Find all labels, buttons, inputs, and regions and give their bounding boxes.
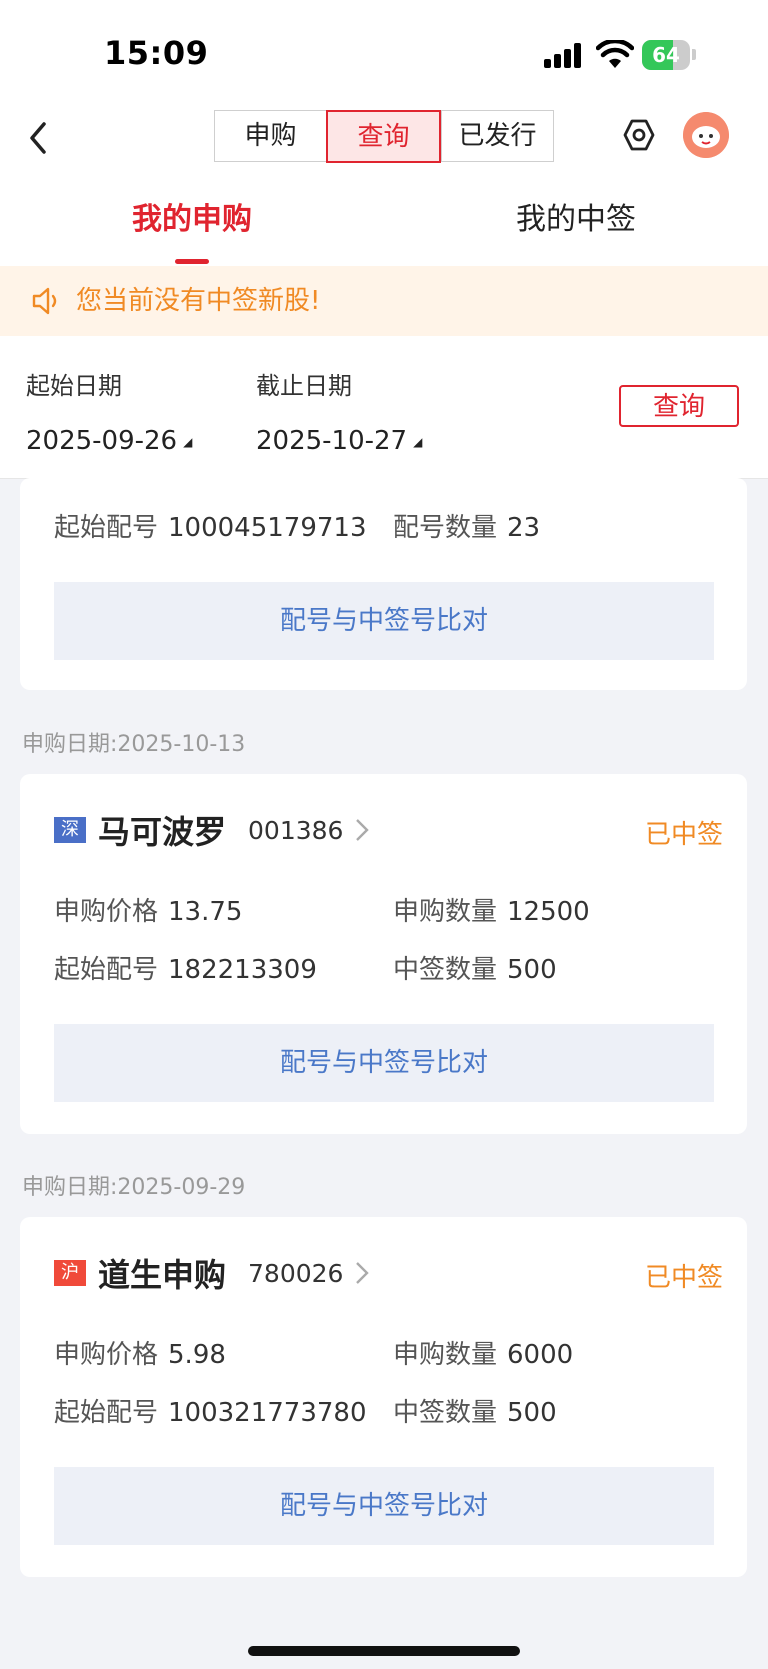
apply-date-label: 申购日期: bbox=[22, 732, 118, 757]
start-no-label: 起始配号 bbox=[54, 513, 159, 543]
start-no-label: 起始配号 bbox=[54, 955, 159, 985]
status-label: 已中签 bbox=[644, 820, 723, 850]
stock-name: 道生申购 bbox=[98, 1256, 227, 1294]
tab-my-apply[interactable]: 我的申购 bbox=[0, 190, 384, 264]
stock-header[interactable]: 沪 道生申购 780026 bbox=[54, 1253, 370, 1294]
won-label: 中签数量 bbox=[393, 955, 498, 985]
qty-label: 申购数量 bbox=[393, 897, 498, 927]
count-value: 23 bbox=[507, 513, 541, 543]
price-value: 13.75 bbox=[168, 897, 243, 927]
qty-value: 6000 bbox=[507, 1340, 574, 1370]
status-label: 已中签 bbox=[644, 1263, 723, 1293]
start-no-row: 起始配号 182213309 bbox=[54, 952, 317, 988]
battery-level: 64 bbox=[652, 43, 680, 67]
caret-down-icon: ◢ bbox=[183, 434, 193, 449]
qty-row: 申购数量 6000 bbox=[393, 1337, 573, 1373]
segmented-control: 申购 查询 已发行 bbox=[214, 109, 554, 163]
query-button[interactable]: 查询 bbox=[619, 385, 739, 427]
end-date-label: 截止日期 bbox=[256, 372, 352, 400]
record-card: 沪 道生申购 780026 已中签 申购价格 5.98 申购数量 6000 起始配号… bbox=[20, 1217, 747, 1577]
back-chevron-icon[interactable] bbox=[24, 118, 54, 158]
battery-tip bbox=[692, 49, 696, 60]
compare-button[interactable]: 配号与中签号比对 bbox=[54, 582, 714, 660]
chevron-right-icon bbox=[356, 819, 370, 841]
stock-header[interactable]: 深 马可波罗 001386 bbox=[54, 810, 370, 851]
market-badge: 深 bbox=[54, 817, 86, 843]
price-row: 申购价格 13.75 bbox=[54, 894, 242, 930]
status-time: 15:09 bbox=[104, 34, 209, 72]
segment-apply[interactable]: 申购 bbox=[215, 111, 326, 161]
price-label: 申购价格 bbox=[54, 1340, 159, 1370]
start-no-label: 起始配号 bbox=[54, 1398, 159, 1428]
qty-label: 申购数量 bbox=[393, 1340, 498, 1370]
price-value: 5.98 bbox=[168, 1340, 226, 1370]
start-no-row: 起始配号 100045179713 bbox=[54, 510, 367, 546]
notice-text: 您当前没有中签新股! bbox=[76, 286, 321, 316]
segment-query[interactable]: 查询 bbox=[326, 109, 441, 163]
compare-button[interactable]: 配号与中签号比对 bbox=[54, 1467, 714, 1545]
segment-issued[interactable]: 已发行 bbox=[441, 111, 553, 161]
stock-name: 马可波罗 bbox=[98, 813, 227, 851]
home-indicator bbox=[248, 1646, 520, 1656]
tab-my-won[interactable]: 我的中签 bbox=[384, 190, 768, 264]
avatar-icon[interactable] bbox=[683, 112, 729, 158]
start-no-value: 182213309 bbox=[168, 955, 317, 985]
chevron-right-icon bbox=[356, 1262, 370, 1284]
wifi-icon bbox=[596, 40, 634, 68]
count-row: 配号数量 23 bbox=[393, 510, 540, 546]
count-label: 配号数量 bbox=[393, 513, 498, 543]
qty-value: 12500 bbox=[507, 897, 590, 927]
start-no-value: 100045179713 bbox=[168, 513, 367, 543]
record-card: 深 马可波罗 001386 已中签 申购价格 13.75 申购数量 12500 起始… bbox=[20, 774, 747, 1134]
price-label: 申购价格 bbox=[54, 897, 159, 927]
apply-date-label: 申购日期: bbox=[22, 1175, 118, 1200]
apply-date-value: 2025-10-13 bbox=[117, 732, 246, 757]
stock-code: 780026 bbox=[248, 1258, 344, 1288]
compare-button[interactable]: 配号与中签号比对 bbox=[54, 1024, 714, 1102]
battery-icon: 64 bbox=[642, 40, 690, 70]
won-label: 中签数量 bbox=[393, 1398, 498, 1428]
end-date-value: 2025-10-27 bbox=[256, 426, 408, 456]
signal-icon bbox=[544, 42, 584, 68]
won-value: 500 bbox=[507, 955, 557, 985]
start-date-value: 2025-09-26 bbox=[26, 426, 178, 456]
caret-down-icon: ◢ bbox=[413, 434, 423, 449]
start-date-label: 起始日期 bbox=[26, 372, 122, 400]
won-row: 中签数量 500 bbox=[393, 1395, 557, 1431]
market-badge: 沪 bbox=[54, 1260, 86, 1286]
stock-code: 001386 bbox=[248, 815, 344, 845]
qty-row: 申购数量 12500 bbox=[393, 894, 590, 930]
apply-date: 申购日期:2025-09-29 bbox=[22, 1169, 245, 1201]
apply-date-value: 2025-09-29 bbox=[117, 1175, 246, 1200]
settings-hex-icon[interactable] bbox=[622, 118, 656, 152]
start-no-value: 100321773780 bbox=[168, 1398, 367, 1428]
won-value: 500 bbox=[507, 1398, 557, 1428]
won-row: 中签数量 500 bbox=[393, 952, 557, 988]
end-date-picker[interactable]: 2025-10-27 ◢ bbox=[256, 426, 422, 456]
start-date-picker[interactable]: 2025-09-26 ◢ bbox=[26, 426, 192, 456]
speaker-icon bbox=[32, 287, 57, 315]
apply-date: 申购日期:2025-10-13 bbox=[22, 726, 245, 758]
start-no-row: 起始配号 100321773780 bbox=[54, 1395, 367, 1431]
partial-record-card: 起始配号 100045179713 配号数量 23 配号与中签号比对 bbox=[20, 478, 747, 690]
tab-bar: 我的申购 我的中签 bbox=[0, 190, 768, 264]
price-row: 申购价格 5.98 bbox=[54, 1337, 226, 1373]
